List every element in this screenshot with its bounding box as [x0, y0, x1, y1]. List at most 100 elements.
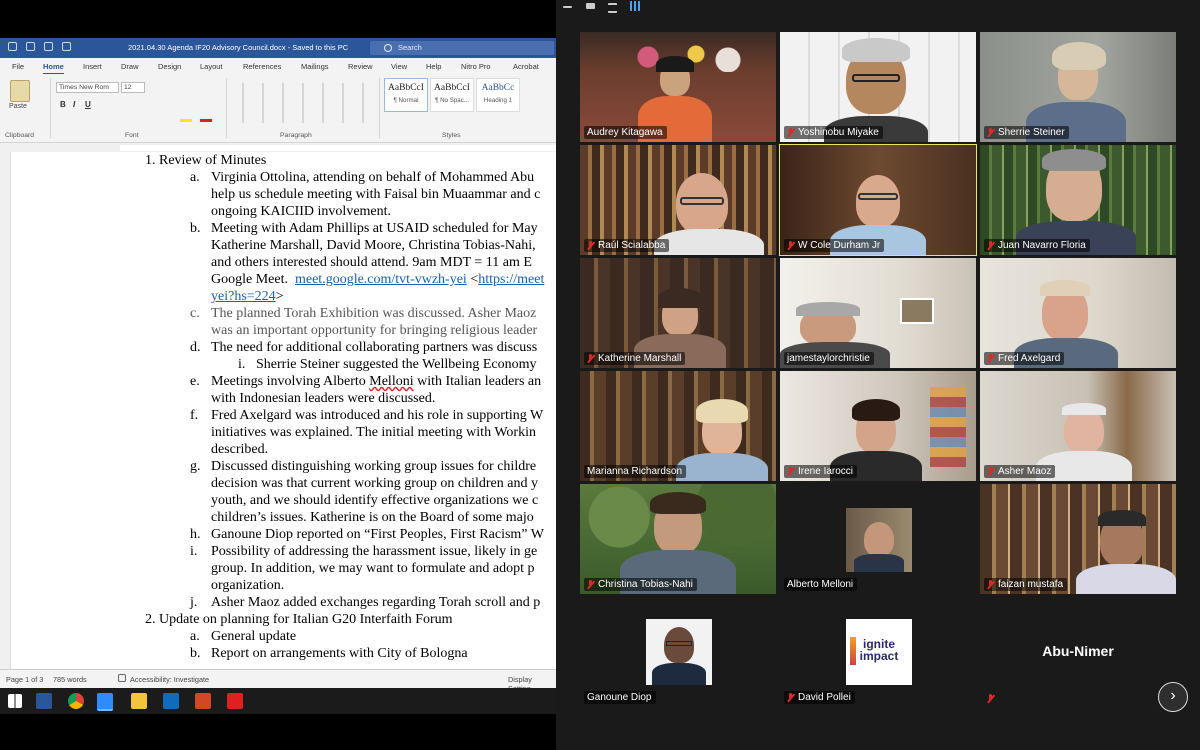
- participant-name: Raúl Scialabba: [598, 240, 666, 251]
- redo-icon[interactable]: [44, 42, 53, 51]
- zoom-app-icon[interactable]: [97, 693, 113, 711]
- tab-design[interactable]: Design: [158, 62, 181, 71]
- file-explorer-icon[interactable]: [131, 693, 147, 709]
- list-marker: f.: [190, 408, 199, 423]
- participant-name: Fred Axelgard: [998, 353, 1061, 364]
- meet-link-full[interactable]: https://meet: [478, 272, 544, 287]
- doc-line: Possibility of addressing the harassment…: [211, 544, 538, 559]
- quick-access-toolbar: [8, 42, 71, 51]
- video-tile[interactable]: Juan Navarro Floria: [980, 145, 1176, 255]
- participant-name: Audrey Kitagawa: [587, 127, 663, 138]
- view-icon[interactable]: [586, 3, 595, 9]
- tab-acrobat[interactable]: Acrobat: [513, 62, 539, 71]
- save-icon[interactable]: [8, 42, 17, 51]
- participant-label: W Cole Durham Jr: [784, 239, 885, 252]
- tab-layout[interactable]: Layout: [200, 62, 223, 71]
- participant-name: Juan Navarro Floria: [998, 240, 1086, 251]
- muted-mic-icon: [987, 128, 994, 137]
- participant-name: Ganoune Diop: [587, 692, 652, 703]
- muted-mic-icon: [787, 467, 794, 476]
- status-bar: Page 1 of 3 785 words Accessibility: Inv…: [0, 669, 556, 688]
- document-page[interactable]: 1. Review of Minutes a. Virginia Ottolin…: [0, 152, 556, 670]
- accessibility-status[interactable]: Accessibility: Investigate: [130, 675, 209, 684]
- video-tile[interactable]: Raúl Scialabba: [580, 145, 776, 255]
- font-size-box[interactable]: 12: [121, 82, 145, 93]
- tab-review[interactable]: Review: [348, 62, 373, 71]
- tab-view[interactable]: View: [391, 62, 407, 71]
- tab-help[interactable]: Help: [426, 62, 441, 71]
- search-box[interactable]: Search: [370, 41, 554, 55]
- tab-references[interactable]: References: [243, 62, 281, 71]
- video-tile[interactable]: ignite impact David Pollei: [780, 597, 976, 707]
- video-tile[interactable]: Abu-Nimer: [980, 597, 1176, 707]
- tab-mailings[interactable]: Mailings: [301, 62, 329, 71]
- meet-link-full-cont[interactable]: yei?hs=224: [211, 289, 276, 304]
- tab-draw[interactable]: Draw: [121, 62, 139, 71]
- style-no-spacing[interactable]: AaBbCcI ¶ No Spac...: [430, 78, 474, 112]
- font-name-box[interactable]: Times New Rom: [56, 82, 119, 93]
- display-settings[interactable]: Display Setting: [508, 675, 556, 688]
- video-tile[interactable]: Yoshinobu Miyake: [780, 32, 976, 142]
- video-tile[interactable]: Alberto Melloni: [780, 484, 976, 594]
- paste-label[interactable]: Paste: [9, 103, 27, 110]
- next-page-button[interactable]: ›: [1158, 682, 1188, 712]
- page-count[interactable]: Page 1 of 3: [6, 675, 43, 684]
- video-tile[interactable]: faizan mustafa: [980, 484, 1176, 594]
- doc-line: initiatives was explained. The initial m…: [211, 425, 536, 440]
- video-tile[interactable]: Irene Iarocci: [780, 371, 976, 481]
- gallery-view-icon[interactable]: [630, 1, 640, 11]
- outlook-icon[interactable]: [163, 693, 179, 709]
- video-tile-active-speaker[interactable]: W Cole Durham Jr: [779, 144, 977, 256]
- doc-line: The need for additional collaborating pa…: [211, 340, 538, 355]
- word-count[interactable]: 785 words: [53, 675, 87, 684]
- participant-photo: [846, 508, 912, 572]
- video-tile[interactable]: Sherrie Steiner: [980, 32, 1176, 142]
- acrobat-icon[interactable]: [227, 693, 243, 709]
- list-marker: b.: [190, 221, 201, 236]
- video-tile[interactable]: Audrey Kitagawa: [580, 32, 776, 142]
- participant-label: faizan mustafa: [984, 578, 1068, 591]
- powerpoint-icon[interactable]: [195, 693, 211, 709]
- undo-icon[interactable]: [26, 42, 35, 51]
- italic-button[interactable]: I: [73, 100, 75, 109]
- tab-insert[interactable]: Insert: [83, 62, 102, 71]
- style-normal-preview: AaBbCcI: [388, 83, 424, 93]
- video-tile[interactable]: Marianna Richardson: [580, 371, 776, 481]
- participant-label: Alberto Melloni: [784, 578, 858, 591]
- underline-button[interactable]: U: [85, 100, 91, 109]
- meet-link[interactable]: meet.google.com/tvt-vwzh-yei: [295, 272, 467, 287]
- list-marker: j.: [190, 595, 198, 610]
- start-icon[interactable]: [8, 694, 22, 708]
- video-tile[interactable]: Asher Maoz: [980, 371, 1176, 481]
- video-tile[interactable]: Katherine Marshall: [580, 258, 776, 368]
- highlight-color-icon[interactable]: [180, 119, 192, 122]
- style-heading-1[interactable]: AaBbCc Heading 1: [476, 78, 520, 112]
- tab-nitro-pro[interactable]: Nitro Pro: [461, 62, 491, 71]
- font-color-icon[interactable]: [200, 119, 212, 122]
- paragraph-controls[interactable]: [232, 83, 372, 123]
- muted-mic-icon: [587, 354, 594, 363]
- list-marker: h.: [190, 527, 201, 542]
- bold-button[interactable]: B: [60, 100, 66, 109]
- video-tile[interactable]: Christina Tobias-Nahi: [580, 484, 776, 594]
- doc-line: organization.: [211, 578, 285, 593]
- customize-icon[interactable]: [62, 42, 71, 51]
- video-tile[interactable]: Fred Axelgard: [980, 258, 1176, 368]
- word-app-icon[interactable]: [36, 693, 52, 709]
- chrome-icon[interactable]: [68, 693, 84, 709]
- tab-file[interactable]: File: [12, 62, 24, 71]
- video-tile[interactable]: Ganoune Diop: [580, 597, 776, 707]
- muted-mic-icon: [787, 693, 794, 702]
- doc-line: ongoing KAICIID involvement.: [211, 204, 392, 219]
- video-tile[interactable]: jamestaylorchristie: [780, 258, 976, 368]
- participant-name: Alberto Melloni: [787, 579, 854, 590]
- minimize-icon[interactable]: [563, 6, 572, 8]
- style-normal[interactable]: AaBbCcI ¶ Normal: [384, 78, 428, 112]
- speaker-view-icon[interactable]: [608, 3, 617, 13]
- spelling-flag[interactable]: Melloni: [369, 374, 413, 389]
- paste-icon[interactable]: [10, 80, 30, 102]
- doc-line: 2. Update on planning for Italian G20 In…: [145, 612, 453, 627]
- list-marker: i.: [190, 544, 198, 559]
- list-marker: a.: [190, 629, 200, 644]
- muted-mic-icon: [987, 694, 994, 703]
